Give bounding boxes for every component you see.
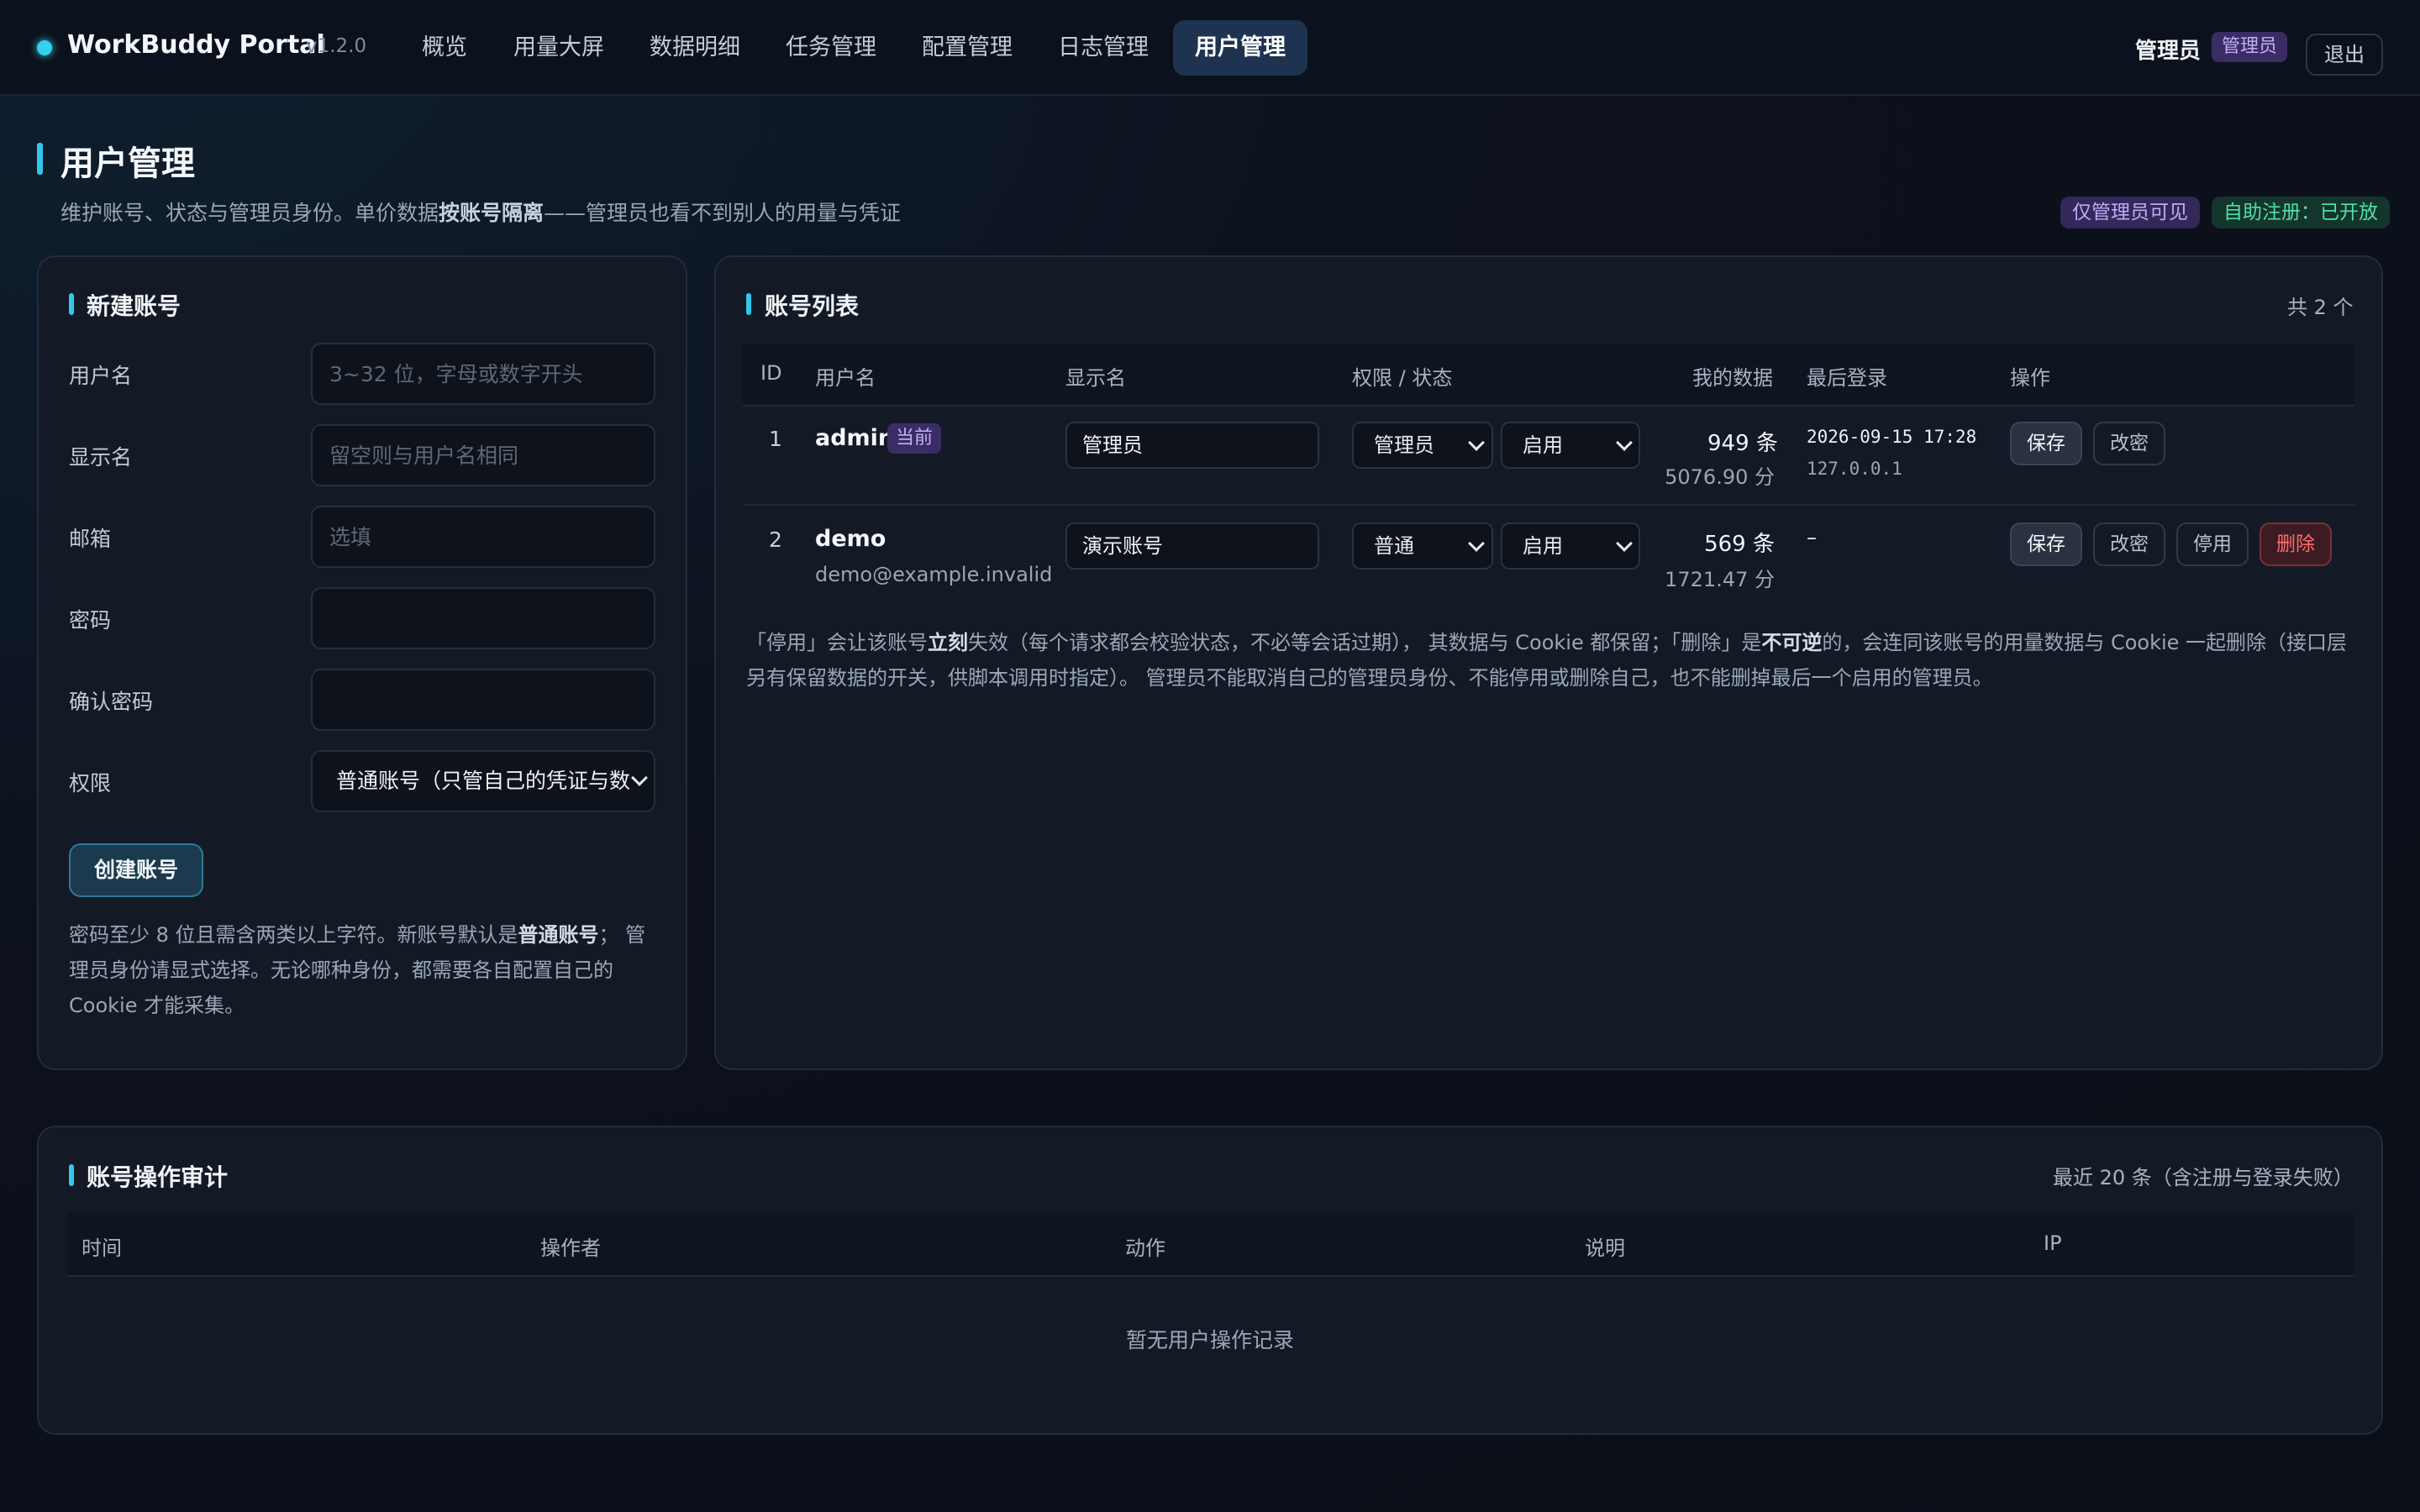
create-account-button[interactable]: 创建账号 — [69, 843, 203, 897]
top-nav: WorkBuddy Portal v1.2.0 概览 用量大屏 数据明细 任务管… — [0, 0, 2420, 96]
row-1-status-value: 启用 — [1523, 433, 1563, 457]
nav-item-tasks[interactable]: 任务管理 — [764, 20, 898, 76]
col-role-status: 权限 / 状态 — [1352, 366, 1453, 390]
row-2-change-password-button[interactable]: 改密 — [2093, 522, 2165, 566]
nav-item-data-details[interactable]: 数据明细 — [628, 20, 762, 76]
row-1-role-value: 管理员 — [1374, 433, 1434, 457]
audit-empty-message: 暂无用户操作记录 — [1125, 1328, 1294, 1352]
row-2-role-value: 普通 — [1374, 534, 1414, 558]
nav-item-logs[interactable]: 日志管理 — [1036, 20, 1171, 76]
admin-only-badge: 仅管理员可见 — [2060, 197, 2200, 228]
audit-title: 账号操作审计 — [87, 1163, 229, 1191]
row-1-change-password-button[interactable]: 改密 — [2093, 422, 2165, 465]
account-table-header — [743, 344, 2354, 407]
col-id: ID — [760, 361, 782, 385]
audit-meta: 最近 20 条（含注册与登录失败） — [2053, 1166, 2354, 1189]
col-my-data: 我的数据 — [1692, 366, 1773, 390]
row-divider — [743, 504, 2354, 506]
nav-item-config[interactable]: 配置管理 — [900, 20, 1034, 76]
audit-card — [37, 1126, 2383, 1435]
brand-title[interactable]: WorkBuddy Portal — [67, 30, 325, 60]
current-user-badge: 当前 — [887, 423, 942, 454]
audit-col-operator: 操作者 — [540, 1236, 601, 1260]
audit-col-action: 动作 — [1125, 1236, 1165, 1260]
card-accent-bar — [69, 293, 74, 315]
row-2-score: 1721.47 分 — [1665, 568, 1775, 591]
card-accent-bar — [69, 1164, 74, 1186]
col-actions: 操作 — [2010, 366, 2050, 390]
role-select[interactable]: 普通账号（只管自己的凭证与数 — [311, 750, 655, 812]
create-form-note: 密码至少 8 位且需含两类以上字符。新账号默认是普通账号； 管理员身份请显式选择… — [69, 923, 646, 1017]
row-2-delete-button[interactable]: 删除 — [2260, 522, 2332, 566]
account-count: 共 2 个 — [2287, 296, 2354, 319]
page-title: 用户管理 — [60, 144, 195, 183]
account-list-note: 「停用」会让该账号立刻失效（每个请求都会校验状态，不必等会话过期）， 其数据与 … — [746, 631, 2348, 690]
audit-col-ip: IP — [2044, 1231, 2062, 1255]
status-dot-icon — [37, 40, 52, 55]
version-label: v1.2.0 — [306, 35, 367, 57]
password-input[interactable] — [311, 587, 655, 649]
row-2-display-name-input[interactable]: 演示账号 — [1065, 522, 1319, 570]
row-2-disable-button[interactable]: 停用 — [2176, 522, 2249, 566]
logout-button[interactable]: 退出 — [2306, 34, 2383, 76]
nav-item-users[interactable]: 用户管理 — [1173, 20, 1307, 76]
col-last-login: 最后登录 — [1807, 366, 1887, 390]
username-label: 用户名 — [69, 364, 133, 388]
current-user-name: 管理员 — [2135, 39, 2202, 64]
account-list-title: 账号列表 — [765, 292, 860, 320]
row-2-email: demo@example.invalid — [815, 563, 1053, 586]
row-1-score: 5076.90 分 — [1665, 465, 1775, 489]
audit-col-time: 时间 — [82, 1236, 122, 1260]
row-1-save-button[interactable]: 保存 — [2010, 422, 2082, 465]
role-select-value: 普通账号（只管自己的凭证与数 — [336, 769, 631, 793]
page-subtitle: 维护账号、状态与管理员身份。单价数据按账号隔离——管理员也看不到别人的用量与凭证 — [60, 201, 902, 225]
row-2-username: demo — [815, 526, 886, 552]
row-2-status-value: 启用 — [1523, 534, 1563, 558]
row-2-last-login: – — [1807, 526, 1817, 549]
password-label: 密码 — [69, 608, 112, 633]
confirm-password-input[interactable] — [311, 669, 655, 731]
title-accent-bar — [37, 143, 43, 175]
email-label: 邮箱 — [69, 527, 112, 551]
row-1-ip: 127.0.0.1 — [1807, 459, 1902, 479]
confirm-password-label: 确认密码 — [69, 690, 154, 714]
col-display-name: 显示名 — [1065, 366, 1126, 390]
row-1-records: 949 条 — [1707, 431, 1778, 456]
row-2-id: 2 — [769, 528, 782, 552]
create-account-title: 新建账号 — [87, 292, 182, 320]
row-2-save-button[interactable]: 保存 — [2010, 522, 2082, 566]
self-register-badge: 自助注册：已开放 — [2212, 197, 2390, 228]
role-label: 权限 — [69, 771, 112, 795]
audit-col-description: 说明 — [1585, 1236, 1625, 1260]
row-1-id: 1 — [769, 427, 782, 451]
role-badge: 管理员 — [2212, 32, 2288, 62]
row-2-records: 569 条 — [1704, 532, 1775, 557]
email-input[interactable] — [311, 506, 655, 568]
audit-table-header — [67, 1213, 2354, 1277]
card-accent-bar — [746, 293, 751, 315]
row-1-last-login: 2026-09-15 17:28 — [1807, 427, 1977, 447]
row-1-username: admin — [815, 425, 895, 451]
username-input[interactable] — [311, 343, 655, 405]
col-username: 用户名 — [815, 366, 876, 390]
nav-item-overview[interactable]: 概览 — [400, 20, 489, 76]
nav-item-usage-dashboard[interactable]: 用量大屏 — [492, 20, 626, 76]
row-1-display-name-input[interactable]: 管理员 — [1065, 422, 1319, 469]
display-name-input[interactable] — [311, 424, 655, 486]
display-name-label: 显示名 — [69, 445, 133, 470]
